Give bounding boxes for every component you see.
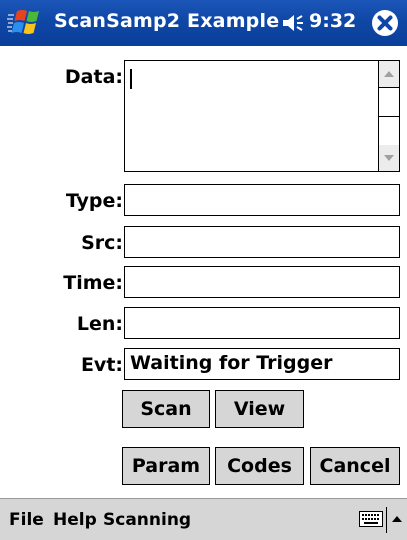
time-field[interactable] — [124, 266, 400, 298]
close-icon[interactable] — [371, 9, 399, 37]
down-arrow-icon — [384, 155, 394, 161]
window-title: ScanSamp2 Example — [54, 10, 280, 32]
view-button[interactable]: View — [215, 390, 304, 428]
keyboard-icon[interactable] — [359, 511, 383, 527]
len-label: Len: — [76, 313, 123, 335]
type-field[interactable] — [124, 184, 400, 216]
scroll-up-button[interactable] — [379, 61, 399, 87]
speaker-icon[interactable] — [281, 13, 307, 33]
len-field[interactable] — [124, 307, 400, 339]
cancel-button[interactable]: Cancel — [310, 447, 400, 485]
up-arrow-icon[interactable] — [391, 513, 403, 525]
menu-file[interactable]: File — [9, 510, 44, 530]
windows-flag-icon[interactable] — [6, 7, 44, 39]
src-label: Src: — [81, 232, 123, 254]
type-label: Type: — [65, 190, 123, 212]
up-arrow-icon — [384, 71, 394, 77]
data-scrollbar[interactable] — [378, 61, 399, 171]
scan-button[interactable]: Scan — [122, 390, 210, 428]
menu-bar: File Help Scanning — [0, 498, 407, 540]
screen: ScanSamp2 Example 9:32 Data: Type: Src: … — [0, 0, 407, 540]
clock[interactable]: 9:32 — [309, 10, 356, 32]
menu-scanning[interactable]: Scanning — [103, 510, 191, 530]
sip-divider — [386, 507, 387, 533]
data-label: Data: — [64, 66, 123, 88]
param-button[interactable]: Param — [122, 447, 210, 485]
scroll-down-button[interactable] — [379, 145, 399, 171]
time-label: Time: — [63, 272, 123, 294]
src-field[interactable] — [124, 226, 400, 258]
evt-label: Evt: — [80, 354, 123, 376]
data-textarea[interactable] — [124, 60, 400, 172]
codes-button[interactable]: Codes — [215, 447, 304, 485]
menu-help[interactable]: Help — [53, 510, 97, 530]
scroll-thumb[interactable] — [379, 87, 399, 117]
scroll-track[interactable] — [379, 117, 399, 145]
evt-field[interactable]: Waiting for Trigger — [124, 348, 400, 380]
text-caret — [130, 69, 132, 89]
title-bar: ScanSamp2 Example 9:32 — [0, 0, 407, 46]
